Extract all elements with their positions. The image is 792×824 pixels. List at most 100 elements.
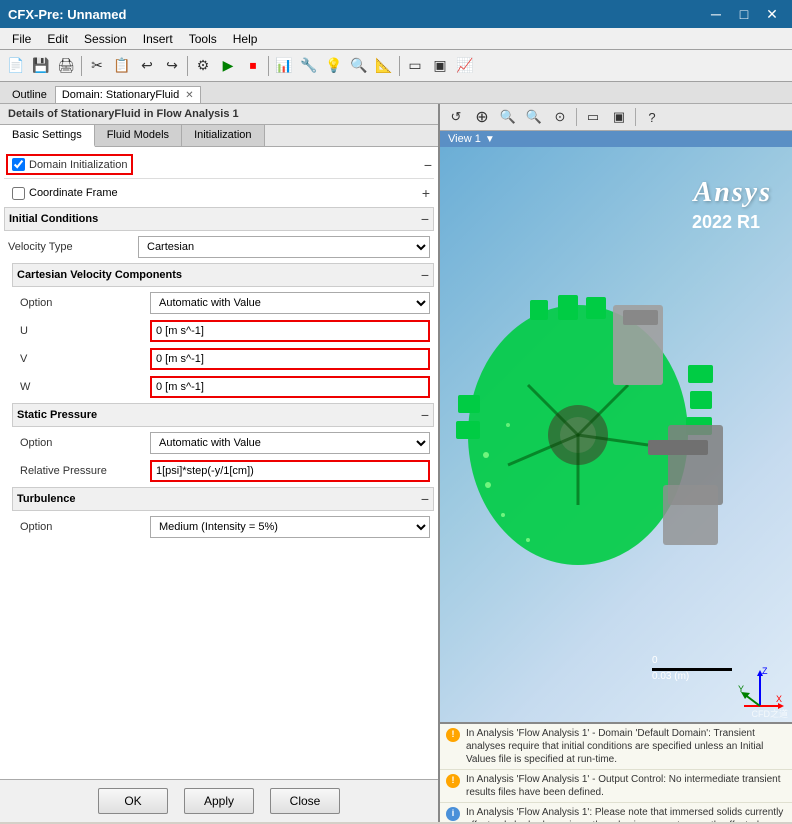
static-pressure-toggle[interactable]: − xyxy=(421,407,429,423)
axis-indicator: Z X Y xyxy=(736,666,776,706)
menu-edit[interactable]: Edit xyxy=(39,30,76,48)
domain-init-section: Domain Initialization − xyxy=(4,151,434,179)
zoom-in-button[interactable]: ⊕ xyxy=(470,106,494,128)
save-button[interactable]: 💾 xyxy=(29,54,53,78)
warning-icon-1: ! xyxy=(446,774,460,788)
minimize-button[interactable]: ─ xyxy=(704,4,728,24)
option-row: Option Automatic with Value xyxy=(4,289,434,317)
coord-frame-label[interactable]: Coordinate Frame xyxy=(29,187,118,199)
details-entity: StationaryFluid xyxy=(61,108,141,120)
turbulence-header[interactable]: Turbulence − xyxy=(12,487,434,511)
right-panel: ↺ ⊕ 🔍 🔍 ⊙ ▭ ▣ ? View 1 ▼ Ansys 2022 R1 xyxy=(440,104,792,822)
menu-insert[interactable]: Insert xyxy=(135,30,181,48)
menu-session[interactable]: Session xyxy=(76,30,135,48)
relative-pressure-row: Relative Pressure xyxy=(4,457,434,485)
option-select[interactable]: Automatic with Value xyxy=(150,292,430,314)
initial-conditions-header[interactable]: Initial Conditions − xyxy=(4,207,434,231)
turbulence-toggle[interactable]: − xyxy=(421,491,429,507)
menu-file[interactable]: File xyxy=(4,30,39,48)
zoom-fit-button[interactable]: 🔍 xyxy=(496,106,520,128)
new-button[interactable]: 📄 xyxy=(4,54,28,78)
static-option-label: Option xyxy=(20,437,150,449)
main-toolbar: 📄 💾 🖨 ✂ 📋 ↩ ↪ ⚙ ▶ ⏹ 📊 🔧 💡 🔍 📐 ▭ ▣ 📈 xyxy=(0,50,792,82)
u-label: U xyxy=(20,325,150,337)
light-button[interactable]: 💡 xyxy=(322,54,346,78)
turb-option-select[interactable]: Medium (Intensity = 5%) xyxy=(150,516,430,538)
close-button[interactable]: ✕ xyxy=(760,4,784,24)
close-panel-button[interactable]: Close xyxy=(270,788,340,814)
turb-option-row: Option Medium (Intensity = 5%) xyxy=(4,513,434,541)
v-input[interactable] xyxy=(150,348,430,370)
details-context: Flow Analysis 1 xyxy=(157,108,239,120)
maximize-button[interactable]: □ xyxy=(732,4,756,24)
copy-button[interactable]: 📋 xyxy=(110,54,134,78)
scale-bar: 0 0.03 (m) xyxy=(652,655,732,682)
tab-basic-settings[interactable]: Basic Settings xyxy=(0,125,95,147)
message-item-0: ! In Analysis 'Flow Analysis 1' - Domain… xyxy=(440,724,792,770)
view-solid-button[interactable]: ▣ xyxy=(607,106,631,128)
menu-bar: File Edit Session Insert Tools Help xyxy=(0,28,792,50)
undo-button[interactable]: ↩ xyxy=(135,54,159,78)
message-text-1: In Analysis 'Flow Analysis 1' - Output C… xyxy=(466,773,786,799)
domain-init-toggle[interactable]: − xyxy=(424,157,432,173)
view2d-button[interactable]: ▭ xyxy=(403,54,427,78)
viewport[interactable]: Ansys 2022 R1 xyxy=(440,147,792,722)
tool-button[interactable]: 🔧 xyxy=(297,54,321,78)
domain-init-label[interactable]: Domain Initialization xyxy=(29,159,127,171)
svg-text:Z: Z xyxy=(762,666,768,676)
zoom-all-button[interactable]: ⊙ xyxy=(548,106,572,128)
domain-init-checkbox[interactable] xyxy=(12,158,25,171)
left-panel: Details of StationaryFluid in Flow Analy… xyxy=(0,104,440,822)
search-button[interactable]: 🔍 xyxy=(347,54,371,78)
option-label: Option xyxy=(20,297,150,309)
velocity-type-select[interactable]: Cartesian xyxy=(138,236,430,258)
relative-pressure-input[interactable] xyxy=(150,460,430,482)
domain-tab[interactable]: Domain: StationaryFluid ✕ xyxy=(55,86,201,103)
print-button[interactable]: 🖨 xyxy=(54,54,78,78)
v-label: V xyxy=(20,353,150,365)
watermark: CFD之道 xyxy=(752,707,789,720)
static-option-select[interactable]: Automatic with Value xyxy=(150,432,430,454)
analytics-button[interactable]: 📈 xyxy=(453,54,477,78)
ansys-logo: Ansys xyxy=(694,177,772,209)
tab-initialization[interactable]: Initialization xyxy=(182,125,264,146)
info-icon-2: i xyxy=(446,807,460,821)
cartesian-velocity-header[interactable]: Cartesian Velocity Components − xyxy=(12,263,434,287)
static-option-control: Automatic with Value xyxy=(150,432,430,454)
menu-help[interactable]: Help xyxy=(225,30,266,48)
chart-button[interactable]: 📊 xyxy=(272,54,296,78)
view-box-button[interactable]: ▭ xyxy=(581,106,605,128)
coord-frame-checkbox[interactable] xyxy=(12,187,25,200)
settings-button[interactable]: ⚙ xyxy=(191,54,215,78)
rotate-button[interactable]: ↺ xyxy=(444,106,468,128)
panel-tabs: Basic Settings Fluid Models Initializati… xyxy=(0,125,438,147)
view-arrow-icon[interactable]: ▼ xyxy=(485,134,495,145)
help-view-button[interactable]: ? xyxy=(640,106,664,128)
w-input[interactable] xyxy=(150,376,430,398)
domain-tab-close[interactable]: ✕ xyxy=(185,90,193,101)
cut-button[interactable]: ✂ xyxy=(85,54,109,78)
tab-fluid-models[interactable]: Fluid Models xyxy=(95,125,182,146)
measure-button[interactable]: 📐 xyxy=(372,54,396,78)
zoom-out-button[interactable]: 🔍 xyxy=(522,106,546,128)
view3d-button[interactable]: ▣ xyxy=(428,54,452,78)
apply-button[interactable]: Apply xyxy=(184,788,254,814)
u-input[interactable] xyxy=(150,320,430,342)
initial-conditions-toggle[interactable]: − xyxy=(421,211,429,227)
message-text-0: In Analysis 'Flow Analysis 1' - Domain '… xyxy=(466,727,786,766)
stop-button[interactable]: ⏹ xyxy=(241,54,265,78)
ansys-version: 2022 R1 xyxy=(692,212,760,233)
main-layout: Details of StationaryFluid in Flow Analy… xyxy=(0,104,792,822)
toolbar-sep-2 xyxy=(187,56,188,76)
static-pressure-header[interactable]: Static Pressure − xyxy=(12,403,434,427)
ok-button[interactable]: OK xyxy=(98,788,168,814)
message-text-2: In Analysis 'Flow Analysis 1': Please no… xyxy=(466,806,786,822)
turbulence-label: Turbulence xyxy=(17,493,421,505)
menu-tools[interactable]: Tools xyxy=(181,30,225,48)
cartesian-velocity-toggle[interactable]: − xyxy=(421,267,429,283)
outline-tab[interactable]: Outline xyxy=(4,87,55,103)
coord-frame-toggle[interactable]: + xyxy=(422,185,430,201)
redo-button[interactable]: ↪ xyxy=(160,54,184,78)
run-button[interactable]: ▶ xyxy=(216,54,240,78)
toolbar-sep-4 xyxy=(399,56,400,76)
